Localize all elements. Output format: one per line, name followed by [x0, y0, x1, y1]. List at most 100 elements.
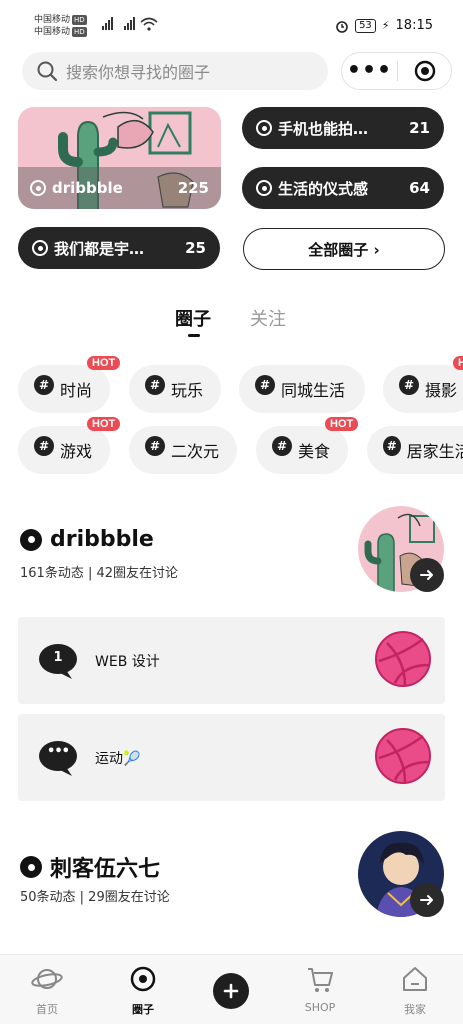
circle-icon: [20, 856, 42, 878]
tag-chip[interactable]: # 同城生活: [239, 365, 365, 413]
featured-circle-pill[interactable]: 生活的仪式感 64: [242, 167, 444, 209]
wifi-icon: [140, 17, 158, 31]
clock: 18:15: [395, 18, 433, 33]
hot-badge: HOT: [87, 356, 121, 370]
featured-count: 225: [177, 179, 209, 197]
tag-chip[interactable]: # 居家生活: [367, 426, 463, 474]
planet-icon: [31, 969, 63, 989]
plus-icon: [223, 983, 239, 999]
circle-title: dribbble: [50, 527, 154, 552]
close-button[interactable]: [398, 60, 451, 82]
tag-label: 美食: [297, 442, 330, 461]
hash-icon: #: [34, 375, 54, 395]
topic-card[interactable]: 1 WEB 设计: [18, 617, 445, 704]
featured-circle-dribbble[interactable]: dribbble 225: [18, 107, 221, 209]
featured-count: 64: [409, 179, 430, 197]
featured-circle-pill[interactable]: 我们都是宇… 25: [18, 227, 220, 269]
tag-chip[interactable]: # 摄影 H: [383, 356, 463, 413]
dribbble-icon: [375, 631, 431, 687]
featured-name: dribbble: [52, 179, 123, 197]
topic-card[interactable]: ••• 运动🎾: [18, 714, 445, 801]
topic-title: 运动🎾: [95, 751, 141, 767]
nav-label: 圈子: [132, 1003, 154, 1016]
hash-icon: #: [145, 436, 165, 456]
circle-icon: [20, 528, 42, 551]
tag-label: 二次元: [170, 442, 219, 461]
nav-home[interactable]: 首页: [12, 965, 82, 1017]
target-icon: [414, 60, 435, 82]
search-icon: [37, 61, 58, 82]
tag-chip[interactable]: # 二次元: [129, 426, 237, 474]
tag-label: 游戏: [59, 442, 92, 461]
enter-circle-button[interactable]: [410, 883, 444, 917]
circle-meta: 161条动态 | 42圈友在讨论: [20, 566, 178, 581]
add-post-button[interactable]: [213, 973, 249, 1009]
circle-icon: [256, 120, 272, 136]
topic-badge: 1: [53, 650, 63, 665]
arrow-right-icon: [420, 895, 433, 905]
tag-label: 摄影: [424, 381, 457, 400]
featured-count: 25: [185, 239, 206, 257]
featured-name: 生活的仪式感: [278, 179, 369, 198]
tag-chip[interactable]: # 玩乐: [129, 365, 221, 413]
hash-icon: #: [34, 436, 54, 456]
circle-icon: [30, 180, 46, 196]
hash-icon: #: [145, 375, 165, 395]
hd-badge: HD: [72, 15, 87, 25]
nav-shop[interactable]: SHOP: [285, 965, 355, 1014]
featured-name: 手机也能拍…: [278, 119, 369, 138]
carrier-info: 中国移动 HD 中国移动 HD: [34, 14, 87, 38]
nav-my-home[interactable]: 我家: [380, 965, 450, 1017]
hot-badge: H: [453, 356, 463, 370]
carrier-2: 中国移动: [34, 27, 71, 37]
featured-name: 我们都是宇…: [54, 239, 145, 258]
tab-indicator: [188, 334, 200, 337]
circle-header[interactable]: 刺客伍六七: [20, 851, 160, 883]
cart-icon: [308, 968, 333, 992]
enter-circle-button[interactable]: [410, 558, 444, 592]
tag-chip[interactable]: # 美食 HOT: [256, 417, 359, 474]
tag-label: 玩乐: [170, 381, 203, 400]
hd-badge: HD: [72, 27, 87, 37]
all-circles-button[interactable]: 全部圈子 ›: [243, 228, 445, 270]
alarm-icon: [336, 20, 348, 33]
circle-title: 刺客伍六七: [50, 857, 161, 882]
nav-label: SHOP: [304, 1001, 336, 1014]
tag-label: 同城生活: [281, 381, 346, 400]
hot-badge: HOT: [325, 417, 359, 431]
nav-circles[interactable]: 圈子: [108, 965, 178, 1017]
signal-icon: [102, 17, 113, 30]
circle-icon: [32, 240, 48, 256]
charging-icon: ⚡: [381, 19, 390, 32]
carrier-1: 中国移动: [34, 15, 71, 25]
topic-title: WEB 设计: [95, 654, 160, 670]
hash-icon: #: [255, 375, 275, 395]
tag-label: 时尚: [59, 381, 92, 400]
hash-icon: #: [383, 436, 401, 456]
featured-overlay: dribbble 225: [18, 167, 221, 209]
signal-icon: [124, 17, 135, 30]
more-button[interactable]: •••: [342, 52, 397, 90]
circle-header[interactable]: dribbble: [20, 527, 154, 552]
tag-label: 居家生活: [406, 442, 463, 461]
hash-icon: #: [399, 375, 419, 395]
circle-meta: 50条动态 | 29圈友在讨论: [20, 890, 170, 905]
tab-circles[interactable]: 圈子: [175, 305, 211, 331]
tag-chip[interactable]: # 时尚 HOT: [18, 356, 121, 413]
search-placeholder: 搜索你想寻找的圈子: [66, 63, 211, 82]
arrow-right-icon: [420, 570, 433, 580]
tab-following[interactable]: 关注: [250, 305, 286, 331]
home-icon: [403, 967, 427, 991]
hot-badge: HOT: [87, 417, 121, 431]
dribbble-icon: [375, 728, 431, 784]
circle-icon: [256, 180, 272, 196]
search-input[interactable]: 搜索你想寻找的圈子: [22, 52, 328, 90]
status-right: 53 ⚡ 18:15: [335, 18, 433, 33]
battery-indicator: 53: [355, 18, 376, 33]
featured-circle-pill[interactable]: 手机也能拍… 21: [242, 107, 444, 149]
tag-chip[interactable]: # 游戏 HOT: [18, 417, 121, 474]
target-icon: [130, 966, 156, 992]
nav-label: 首页: [36, 1003, 58, 1016]
miniprogram-capsule: •••: [341, 52, 452, 90]
nav-label: 我家: [404, 1003, 426, 1016]
